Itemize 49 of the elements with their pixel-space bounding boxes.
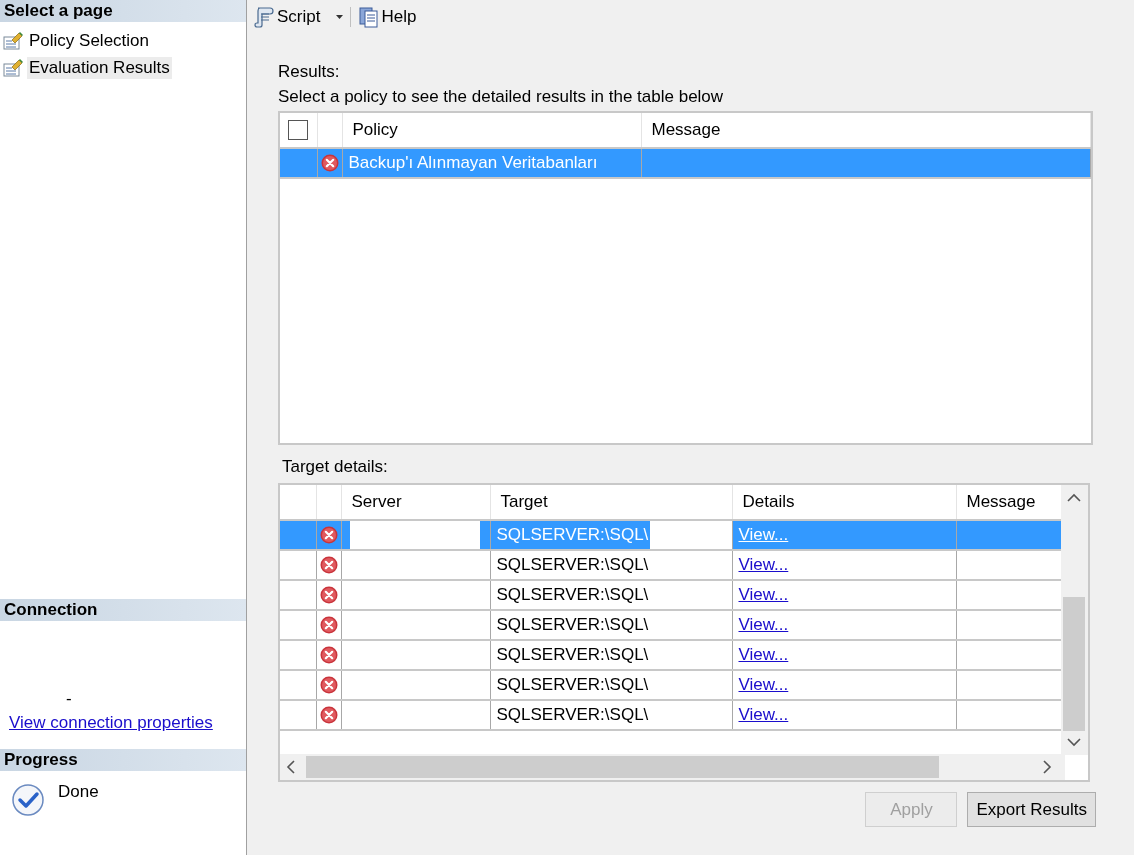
caret-icon bbox=[336, 15, 344, 19]
scroll-right-icon bbox=[1042, 760, 1052, 774]
column-header[interactable]: Message bbox=[966, 492, 1036, 511]
target-path: SQLSERVER:\SQL\ bbox=[490, 521, 651, 549]
export-results-button[interactable]: Export Results bbox=[967, 792, 1096, 827]
section-header: Connection bbox=[0, 599, 246, 621]
page-list-item[interactable]: Evaluation Results bbox=[27, 56, 172, 79]
connection-text: - bbox=[66, 689, 72, 709]
horizontal-scrollbar[interactable] bbox=[280, 754, 1065, 780]
view-details-link[interactable]: View... bbox=[732, 585, 789, 604]
vertical-scrollbar[interactable] bbox=[1061, 485, 1088, 755]
section-header: Select a page bbox=[0, 0, 246, 22]
target-row[interactable]: SQLSERVER:\SQL\ View... bbox=[280, 700, 1062, 730]
book-icon bbox=[358, 6, 379, 28]
select-all-checkbox[interactable] bbox=[288, 120, 308, 140]
view-details-link[interactable]: View... bbox=[732, 705, 789, 724]
view-details-link[interactable]: View... bbox=[732, 555, 789, 574]
view-details-link[interactable]: View... bbox=[732, 675, 789, 694]
progress-status: Done bbox=[58, 782, 99, 803]
connection-properties-link[interactable]: View connection properties bbox=[0, 713, 213, 733]
page-list-item[interactable]: Policy Selection bbox=[27, 29, 151, 52]
page-properties-icon bbox=[3, 58, 23, 77]
scroll-thumb[interactable] bbox=[1063, 597, 1085, 731]
view-details-link[interactable]: View... bbox=[732, 645, 789, 664]
column-header[interactable]: Details bbox=[742, 492, 795, 511]
scroll-left-icon bbox=[286, 760, 296, 774]
column-header[interactable]: Target bbox=[500, 492, 548, 511]
column-header[interactable]: Policy bbox=[352, 120, 398, 139]
scroll-thumb[interactable] bbox=[306, 756, 939, 778]
target-row[interactable]: SQLSERVER:\SQL\ View... bbox=[280, 580, 1062, 610]
results-hint: Select a policy to see the detailed results in the table below bbox=[278, 87, 725, 107]
section-header: Progress bbox=[0, 749, 246, 771]
target-row[interactable]: SQLSERVER:\SQL\ View... bbox=[280, 610, 1062, 640]
target-row[interactable]: SQLSERVER:\SQL\ View... bbox=[280, 550, 1062, 580]
page-properties-icon bbox=[3, 31, 23, 50]
target-details-label: Target details: bbox=[282, 457, 389, 477]
target-row[interactable]: SQLSERVER:\SQL\ View... bbox=[280, 670, 1062, 700]
policy-name: Backup'ı Alınmayan Veritabanları bbox=[347, 153, 598, 172]
view-details-link[interactable]: View... bbox=[732, 615, 789, 634]
scroll-up-icon bbox=[1067, 493, 1081, 503]
help-button[interactable]: Help bbox=[355, 6, 420, 28]
script-button[interactable]: Script bbox=[251, 6, 347, 28]
column-header[interactable]: Message bbox=[651, 120, 721, 139]
checkmark-icon bbox=[12, 784, 44, 816]
results-label: Results: bbox=[278, 62, 341, 82]
scroll-icon bbox=[254, 6, 274, 28]
scroll-down-icon bbox=[1067, 737, 1081, 747]
column-header[interactable]: Server bbox=[351, 492, 402, 511]
target-row[interactable]: SQLSERVER:\SQL\ View... bbox=[280, 640, 1062, 670]
